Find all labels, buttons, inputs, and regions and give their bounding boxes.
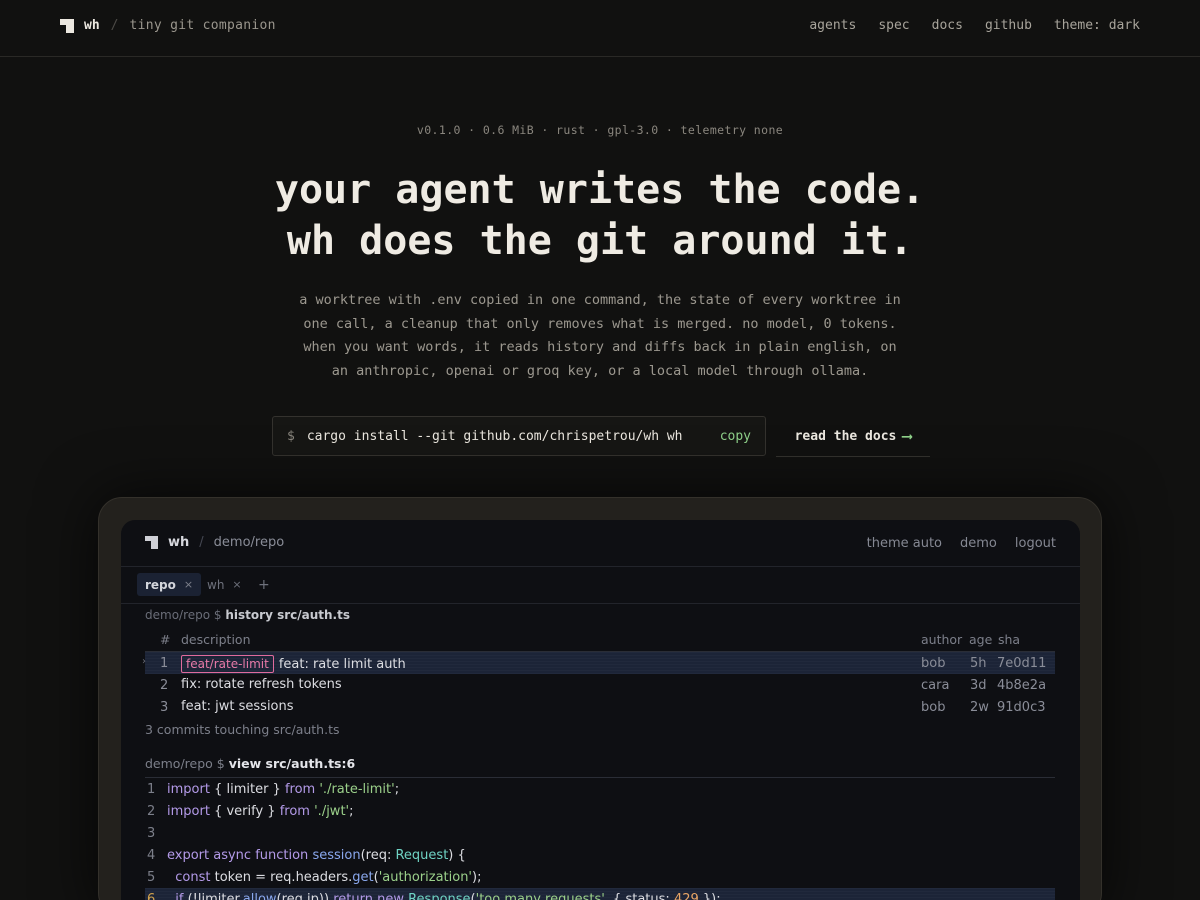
description-line-2: one call, a cleanup that only removes wh… <box>303 315 897 332</box>
description-line-1: a worktree with .env copied in one comma… <box>299 292 901 308</box>
nav-link-agents[interactable]: agents <box>809 18 856 33</box>
demo-brand-name: wh <box>168 535 190 550</box>
hero-headline: your agent writes the code. wh does the … <box>0 165 1200 267</box>
install-command[interactable]: cargo install --git github.com/chrispetr… <box>307 429 720 444</box>
close-icon[interactable]: × <box>184 578 193 591</box>
read-docs-label: read the docs <box>794 428 897 444</box>
commit-message: feat: jwt sessions <box>181 699 294 714</box>
line-number: 2 <box>147 804 156 819</box>
commit-age: 3d <box>970 678 987 693</box>
col-header-age: age <box>969 632 993 647</box>
code-text: import { limiter } from './rate-limit'; <box>167 782 400 797</box>
nav-link-spec[interactable]: spec <box>878 18 909 33</box>
top-navbar: wh / tiny git companion agents spec docs… <box>0 0 1200 57</box>
command-text: history src/auth.ts <box>225 608 350 622</box>
release-meta: v0.1.0 · 0.6 MiB · rust · gpl-3.0 · tele… <box>416 123 784 137</box>
table-row[interactable]: 2 fix: rotate refresh tokens cara 3d 4b8… <box>145 674 1055 696</box>
brand-name: wh <box>84 18 100 33</box>
description-line-4: an anthropic, openai or groq key, or a l… <box>331 362 869 379</box>
commit-author: cara <box>921 678 950 693</box>
wh-logo-icon <box>145 536 158 549</box>
code-text: import { verify } from './jwt'; <box>167 804 354 819</box>
demo-brand-separator: / <box>199 535 204 550</box>
commit-message: fix: rotate refresh tokens <box>181 677 342 692</box>
code-text: const token = req.headers.get('authoriza… <box>175 870 482 885</box>
col-header-description: description <box>181 632 251 647</box>
code-line: 4 export async function session(req: Req… <box>145 844 1055 866</box>
tab-wh[interactable]: wh × <box>199 573 250 596</box>
code-text: if (!limiter.allow(req.ip)) return new R… <box>175 892 721 900</box>
commit-table-header: # description author age sha <box>145 630 1055 652</box>
demo-link[interactable]: demo <box>960 536 997 551</box>
brand-tagline: tiny git companion <box>129 18 276 33</box>
nav-link-docs[interactable]: docs <box>932 18 963 33</box>
branch-badge: feat/rate-limit <box>181 655 274 673</box>
line-number: 6 <box>147 892 156 900</box>
read-docs-button[interactable]: read the docs ⟶ <box>776 416 930 457</box>
main-nav: agents spec docs github theme: dark <box>809 18 1140 33</box>
commit-num: 1 <box>160 656 169 671</box>
copy-button[interactable]: copy <box>720 429 751 444</box>
description-line-3: when you want words, it reads history an… <box>303 339 897 355</box>
commit-sha: 91d0c3 <box>997 700 1046 715</box>
arrow-right-icon: ⟶ <box>902 427 912 445</box>
demo-screen: wh / demo/repo theme auto demo logout re… <box>121 520 1080 900</box>
table-row[interactable]: › 1 feat/rate-limit feat: rate limit aut… <box>142 652 1055 674</box>
line-number: 3 <box>147 826 156 841</box>
view-command-line: demo/repo $ view src/auth.ts:6 <box>145 756 1055 778</box>
commit-description: feat/rate-limit feat: rate limit auth <box>181 655 406 673</box>
tab-repo[interactable]: repo × <box>137 573 202 596</box>
code-line: 1 import { limiter } from './rate-limit'… <box>145 778 1055 800</box>
demo-tab-bar: repo × wh × + <box>121 567 1080 604</box>
commit-age: 5h <box>970 656 987 671</box>
table-row[interactable]: 3 feat: jwt sessions bob 2w 91d0c3 <box>145 696 1055 718</box>
demo-header: wh / demo/repo theme auto demo logout <box>121 520 1080 567</box>
line-number: 5 <box>147 870 156 885</box>
wh-logo-icon <box>60 18 74 33</box>
code-line-highlighted: 6 if (!limiter.allow(req.ip)) return new… <box>145 888 1055 900</box>
nav-link-github[interactable]: github <box>985 18 1032 33</box>
demo-repo-name: demo/repo <box>213 535 285 550</box>
col-header-sha: sha <box>998 632 1021 647</box>
theme-toggle[interactable]: theme: dark <box>1054 18 1140 33</box>
commit-sha: 4b8e2a <box>997 678 1047 693</box>
brand[interactable]: wh / tiny git companion <box>60 18 276 33</box>
install-command-box: $ cargo install --git github.com/chrispe… <box>272 416 766 456</box>
chevron-right-icon: › <box>142 656 146 667</box>
col-header-author: author <box>921 632 963 647</box>
demo-theme-toggle[interactable]: theme auto <box>867 536 942 551</box>
close-icon[interactable]: × <box>232 578 241 591</box>
commit-author: bob <box>921 700 946 715</box>
code-text: export async function session(req: Reque… <box>167 848 466 863</box>
col-header-num: # <box>160 632 171 647</box>
headline-line-2: wh does the git around it. <box>286 218 914 264</box>
code-line: 3 <box>145 822 1055 844</box>
history-command-line: demo/repo $ history src/auth.ts <box>145 608 350 622</box>
logout-link[interactable]: logout <box>1015 536 1056 551</box>
brand-separator: / <box>110 18 119 33</box>
commit-age: 2w <box>970 700 989 715</box>
hero-description: a worktree with .env copied in one comma… <box>290 289 910 383</box>
commits-summary: 3 commits touching src/auth.ts <box>145 722 340 737</box>
code-line: 2 import { verify } from './jwt'; <box>145 800 1055 822</box>
commit-num: 3 <box>160 700 169 715</box>
command-text: view src/auth.ts:6 <box>228 756 356 771</box>
add-tab-button[interactable]: + <box>250 573 278 596</box>
tab-label: repo <box>145 577 176 592</box>
commit-num: 2 <box>160 678 169 693</box>
commit-author: bob <box>921 656 946 671</box>
command-prompt: demo/repo $ <box>145 756 225 771</box>
command-prompt: demo/repo $ <box>145 608 222 622</box>
demo-brand[interactable]: wh / demo/repo <box>145 535 284 550</box>
headline-line-1: your agent writes the code. <box>274 167 926 213</box>
code-line: 5 const token = req.headers.get('authori… <box>145 866 1055 888</box>
demo-nav: theme auto demo logout <box>867 536 1056 551</box>
shell-prompt: $ <box>287 428 295 444</box>
line-number: 1 <box>147 782 156 797</box>
line-number: 4 <box>147 848 156 863</box>
commit-message: feat: rate limit auth <box>278 656 406 672</box>
tab-label: wh <box>207 577 225 592</box>
commit-sha: 7e0d11 <box>997 656 1047 671</box>
